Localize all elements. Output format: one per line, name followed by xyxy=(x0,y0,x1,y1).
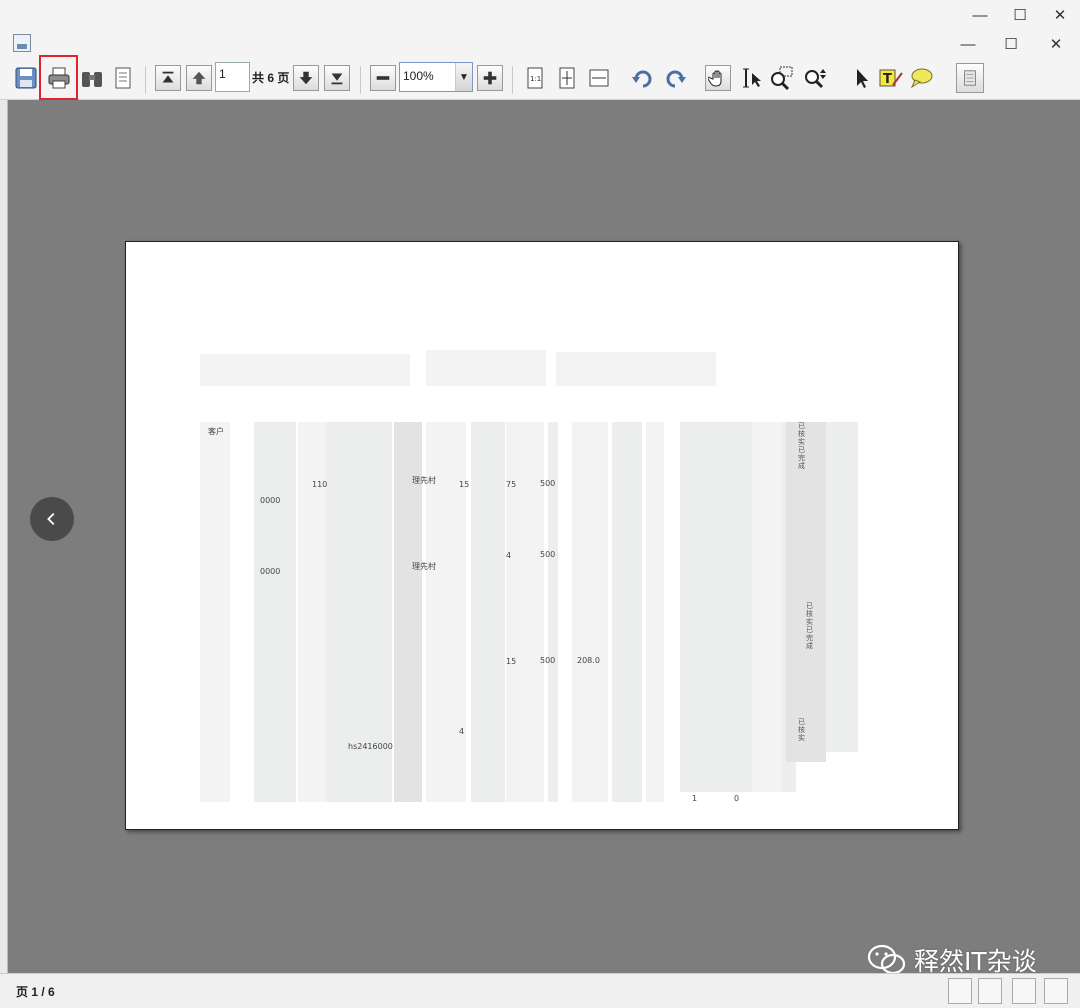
cell-text: 0000 xyxy=(260,496,281,505)
cell-text: 500 xyxy=(540,550,556,559)
cell-text: 客户 xyxy=(208,427,224,436)
redacted-title xyxy=(200,354,410,386)
first-page-button[interactable] xyxy=(155,65,181,91)
redacted-column xyxy=(572,422,608,802)
app-icon xyxy=(13,34,31,52)
find-icon[interactable] xyxy=(77,63,107,93)
redacted-column xyxy=(752,422,782,792)
redacted-column xyxy=(200,422,230,802)
single-page-view-button[interactable] xyxy=(948,978,972,1004)
cell-text: 500 xyxy=(540,656,556,665)
select-arrow-icon[interactable] xyxy=(846,63,876,93)
cell-text: 15 xyxy=(506,657,517,666)
inner-window-titlebar: — ☐ ✕ xyxy=(0,30,1080,58)
toolbar-separator xyxy=(360,66,361,94)
redacted-column xyxy=(254,422,296,802)
fit-page-icon[interactable] xyxy=(552,63,582,93)
chevron-down-icon[interactable]: ▼ xyxy=(455,63,472,91)
sidebar-toggle-button[interactable] xyxy=(956,63,984,93)
facing-view-button[interactable] xyxy=(1012,978,1036,1004)
last-page-button[interactable] xyxy=(324,65,350,91)
rotate-counterclockwise-icon[interactable] xyxy=(660,63,690,93)
redacted-title xyxy=(556,352,716,386)
fit-width-icon[interactable] xyxy=(584,63,614,93)
redacted-column xyxy=(646,422,664,802)
text-annotation-icon[interactable]: T xyxy=(876,63,906,93)
redacted-column xyxy=(826,422,858,752)
next-page-button[interactable] xyxy=(293,65,319,91)
chevron-left-icon xyxy=(47,512,55,526)
cell-text: 15 xyxy=(459,480,470,489)
outer-window-titlebar: — ☐ ✕ xyxy=(0,0,1080,30)
remark-text: 已核实已完成 xyxy=(798,422,805,470)
remark-text: 已核实 xyxy=(798,718,805,742)
continuous-view-button[interactable] xyxy=(978,978,1002,1004)
page-status: 页 1 / 6 xyxy=(16,985,55,999)
actual-size-icon[interactable]: 1:1 xyxy=(520,63,550,93)
redacted-column xyxy=(506,422,544,802)
text-select-icon[interactable] xyxy=(736,63,766,93)
cell-text: 75 xyxy=(506,480,517,489)
svg-text:1:1: 1:1 xyxy=(530,75,541,83)
cell-text: hs2416000 xyxy=(348,742,393,751)
toolbar-separator xyxy=(145,66,146,94)
cell-text: 理先村 xyxy=(412,476,436,485)
previous-slide-button[interactable] xyxy=(30,497,74,541)
cell-text: 4 xyxy=(506,551,512,560)
redacted-column xyxy=(612,422,642,802)
redacted-column xyxy=(786,422,826,762)
zoom-region-icon[interactable] xyxy=(766,63,796,93)
remark-text: 已核实已完成 xyxy=(806,602,813,650)
comment-icon[interactable] xyxy=(906,63,936,93)
cell-text: 4 xyxy=(459,727,465,736)
zoom-value: 100% xyxy=(403,69,434,83)
page-total-label: 共 6 页 xyxy=(252,71,290,85)
continuous-facing-view-button[interactable] xyxy=(1044,978,1068,1004)
page-number-input[interactable]: 1 xyxy=(215,62,250,92)
zoom-in-button[interactable] xyxy=(477,65,503,91)
wechat-icon xyxy=(867,944,906,975)
cell-text: 110 xyxy=(312,480,328,489)
cell-text: 0000 xyxy=(260,567,281,576)
status-bar: 页 1 / 6 xyxy=(0,973,1080,1008)
outer-close-button[interactable]: ✕ xyxy=(1042,2,1078,28)
zoom-out-button[interactable] xyxy=(370,65,396,91)
print-button-highlight xyxy=(39,55,78,100)
cell-text: 1 xyxy=(692,794,698,803)
redacted-column xyxy=(298,422,326,802)
save-icon[interactable] xyxy=(11,63,41,93)
hand-tool-button[interactable] xyxy=(705,65,731,91)
dynamic-zoom-icon[interactable] xyxy=(800,63,830,93)
cell-text: 理先村 xyxy=(412,562,436,571)
cell-text: 0 xyxy=(734,794,740,803)
toolbar-separator xyxy=(512,66,513,94)
redacted-title xyxy=(426,350,546,386)
previous-page-button[interactable] xyxy=(186,65,212,91)
left-window-edge xyxy=(0,100,8,973)
outer-maximize-button[interactable]: ☐ xyxy=(1002,2,1038,28)
redacted-column xyxy=(471,422,505,802)
zoom-select[interactable]: 100% ▼ xyxy=(399,62,473,92)
inner-minimize-button[interactable]: — xyxy=(950,31,986,57)
rotate-clockwise-icon[interactable] xyxy=(628,63,658,93)
inner-maximize-button[interactable]: ☐ xyxy=(993,31,1029,57)
cell-text: 208.0 xyxy=(577,656,600,665)
document-properties-icon[interactable] xyxy=(108,63,138,93)
pdf-toolbar: 1:1 T xyxy=(0,58,1080,100)
cell-text: 500 xyxy=(540,479,556,488)
svg-text:T: T xyxy=(883,72,892,87)
document-page: 客户 110 0000 理先村 15 75 500 0000 理先村 4 500… xyxy=(125,241,959,830)
outer-minimize-button[interactable]: — xyxy=(962,2,998,28)
inner-close-button[interactable]: ✕ xyxy=(1038,31,1074,57)
